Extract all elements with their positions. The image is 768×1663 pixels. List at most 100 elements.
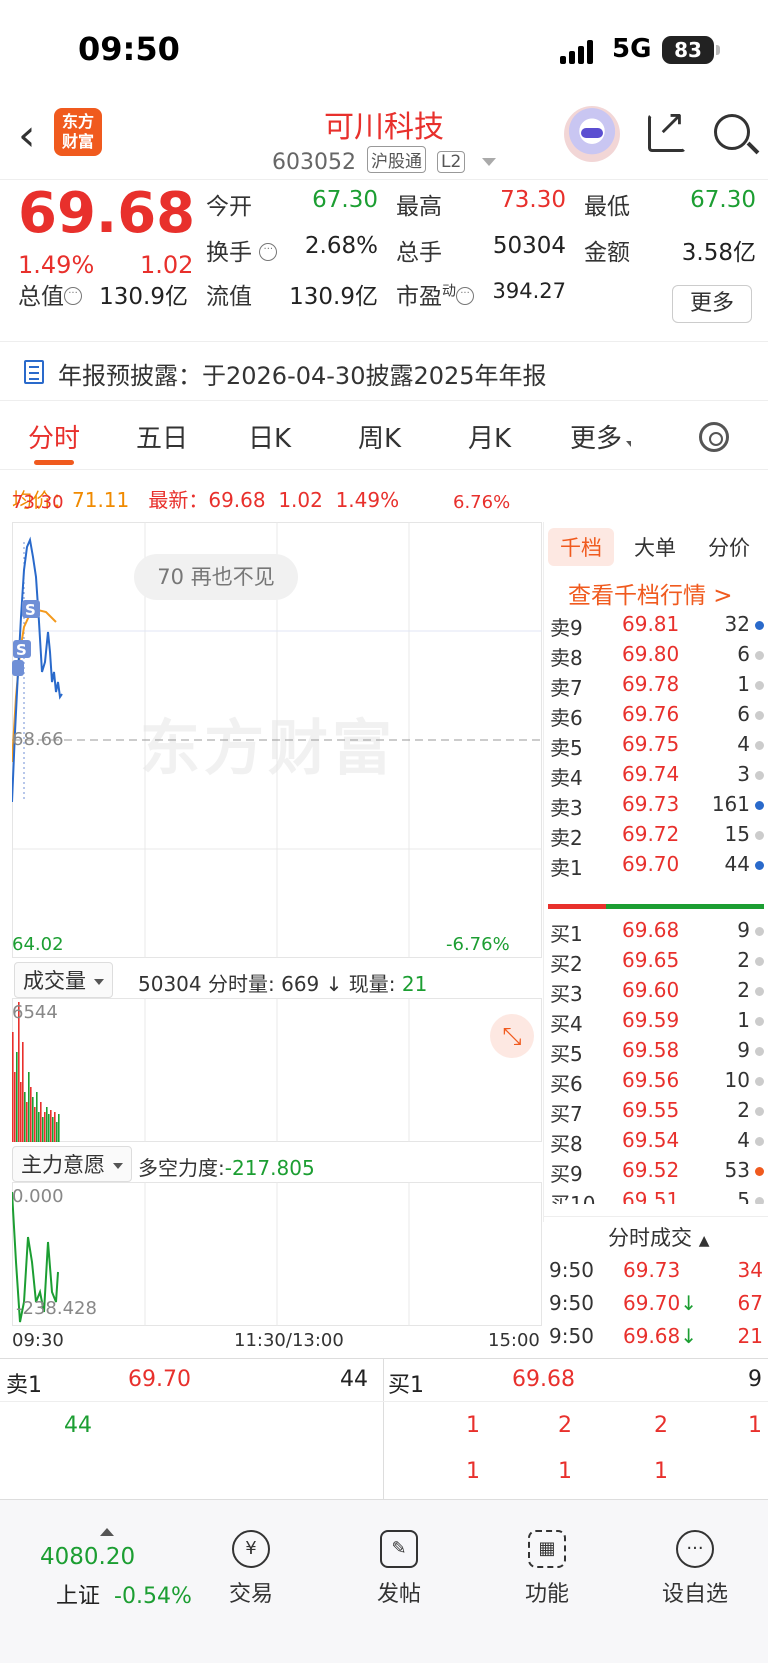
status-dot — [755, 681, 764, 690]
view-levels-link[interactable]: 查看千档行情 > — [568, 576, 733, 610]
volume-bar — [34, 1107, 36, 1142]
tab-weekly-k[interactable]: 周K — [358, 418, 401, 455]
tab-monthly-k[interactable]: 月K — [468, 418, 511, 455]
chevron-down-icon — [94, 979, 104, 985]
tab-daily-k[interactable]: 日K — [248, 418, 291, 455]
tab-five-day[interactable]: 五日 — [136, 418, 188, 455]
stock-code-row[interactable]: 603052 沪股通 L2 — [272, 146, 497, 175]
indicator-selector[interactable]: 主力意愿 — [12, 1146, 132, 1182]
volume-bar — [32, 1097, 34, 1142]
pe-label: 市盈动 ··· — [396, 277, 474, 311]
ask-row: 卖8 69.80 6 — [550, 642, 764, 672]
app-logo[interactable]: 东方 财富 — [54, 108, 102, 156]
status-dot — [755, 831, 764, 840]
more-dots-icon[interactable]: ··· — [64, 287, 82, 305]
buy-order-queue: 1 — [748, 1413, 762, 1438]
sell-marker[interactable] — [12, 660, 24, 676]
volume-bar — [14, 1072, 16, 1142]
sell-marker[interactable]: S — [13, 640, 31, 659]
svg-text:S: S — [25, 601, 36, 619]
sell1-price: 69.70 — [128, 1367, 191, 1392]
time-end: 15:00 — [488, 1330, 540, 1351]
last-price: 69.68 — [18, 181, 196, 246]
ask-row: 卖3 69.73 161 — [550, 792, 764, 822]
volume-label: 总手 — [396, 240, 442, 266]
annual-report-notice[interactable]: 年报预披露：于2026-04-30披露2025年年报 — [0, 341, 768, 401]
volume-bar — [46, 1107, 48, 1142]
active-tab-indicator — [34, 460, 74, 465]
volume-chart-svg — [12, 998, 410, 1142]
turnover-value: 2.68% — [304, 233, 378, 259]
ask-row: 卖5 69.75 4 — [550, 732, 764, 762]
level1-panel: 卖1 69.70 44 买1 69.68 9 44 1 2 2 1 1 1 1 — [0, 1358, 768, 1501]
bid-row: 买10 69.51 5 — [550, 1188, 764, 1204]
bottom-nav: 4080.20 上证 -0.54% ¥ 交易 ✎ 发帖 ▦ 功能 ··· 设自选 — [0, 1500, 768, 1663]
nav-functions[interactable]: ▦ 功能 — [492, 1530, 602, 1608]
share-icon[interactable] — [648, 103, 686, 152]
gear-icon[interactable] — [699, 422, 729, 452]
status-dot — [755, 711, 764, 720]
more-button[interactable]: 更多 — [672, 285, 752, 323]
comment-bubble[interactable]: 70 再也不见 — [134, 554, 298, 600]
bid-row: 买3 69.60 2 — [550, 978, 764, 1008]
search-icon[interactable] — [714, 114, 750, 150]
nav-add-watchlist[interactable]: ··· 设自选 — [640, 1530, 750, 1608]
volume-bar — [44, 1112, 46, 1142]
volume-bar — [48, 1114, 50, 1142]
indicator-bottom-label: -238.428 — [16, 1298, 97, 1319]
status-dot — [755, 801, 764, 810]
stock-header: ‹ 东方 财富 可川科技 603052 沪股通 L2 — [0, 100, 768, 180]
tab-big-orders[interactable]: 大单 — [622, 528, 688, 566]
expand-icon[interactable]: ⤡ — [490, 1014, 534, 1058]
open-value: 67.30 — [312, 187, 378, 213]
bid-row: 买5 69.58 9 — [550, 1038, 764, 1068]
more-dots-icon[interactable]: ··· — [456, 287, 474, 305]
volume-bar — [38, 1112, 40, 1142]
mktcap-value: 130.9亿 — [99, 284, 188, 310]
status-dot — [755, 1137, 764, 1146]
more-dots-icon[interactable]: ··· — [259, 243, 278, 261]
volume-bar — [22, 1042, 24, 1142]
volume-selector[interactable]: 成交量 — [14, 962, 113, 998]
trades-header[interactable]: 分时成交 ▲ — [608, 1222, 709, 1252]
volume-bar — [18, 1002, 20, 1142]
volume-bar — [50, 1110, 52, 1142]
tab-intraday[interactable]: 分时 — [28, 418, 80, 455]
index-percent: -0.54% — [114, 1584, 192, 1609]
nav-post[interactable]: ✎ 发帖 — [344, 1530, 454, 1608]
buy-order-queue: 2 — [558, 1413, 572, 1438]
indicator-info: 多空力度:-217.805 — [138, 1156, 315, 1180]
ask-row: 卖1 69.70 44 — [550, 852, 764, 882]
assistant-robot-icon[interactable] — [564, 106, 620, 162]
sell-marker[interactable]: S — [22, 600, 40, 619]
low-value: 67.30 — [690, 187, 756, 213]
back-icon[interactable]: ‹ — [18, 114, 36, 158]
high-label: 最高 — [396, 194, 442, 220]
bid-row: 买6 69.56 10 — [550, 1068, 764, 1098]
status-bar: 09:50 5G 83 — [0, 0, 768, 100]
tab-more[interactable]: 更多 — [570, 418, 632, 455]
network-type: 5G — [612, 34, 652, 64]
volume-max-label: 6544 — [12, 1002, 58, 1023]
tab-price-distribution[interactable]: 分价 — [696, 528, 762, 566]
change-amount: 1.02 — [140, 251, 194, 279]
latest-price: 69.68 — [208, 488, 266, 512]
status-dot — [755, 861, 764, 870]
volume-bar — [26, 1102, 28, 1142]
document-icon — [24, 360, 44, 384]
nav-trade[interactable]: ¥ 交易 — [196, 1530, 306, 1608]
caret-icon — [626, 441, 632, 447]
buy-order-queue: 1 — [654, 1459, 668, 1484]
sell1-vol: 44 — [340, 1367, 368, 1392]
low-label: 最低 — [584, 194, 630, 220]
float-value: 130.9亿 — [289, 284, 378, 310]
price-summary-line: 均价：71.11 最新：69.68 1.02 1.49% — [12, 488, 400, 512]
index-ticker[interactable]: 4080.20 上证 -0.54% — [20, 1520, 192, 1610]
volume-bar — [42, 1117, 44, 1142]
tab-thousand-levels[interactable]: 千档 — [548, 528, 614, 566]
chart-tabs: 分时 五日 日K 周K 月K 更多 — [0, 402, 768, 470]
edit-icon: ✎ — [380, 1530, 418, 1568]
ask-row: 卖4 69.74 3 — [550, 762, 764, 792]
sell1-label: 卖1 — [6, 1373, 42, 1398]
volume-bar — [12, 1032, 14, 1142]
